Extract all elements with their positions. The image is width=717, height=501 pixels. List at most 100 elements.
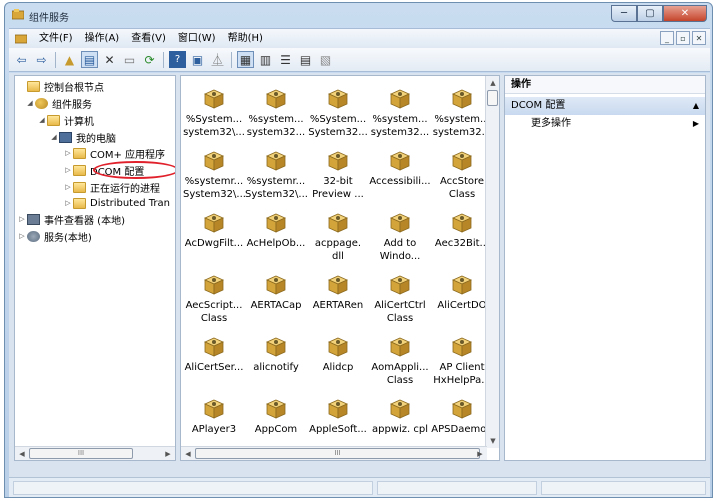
- child-restore-button[interactable]: ▫: [676, 31, 690, 45]
- dcom-app-item[interactable]: alicnotify: [245, 336, 307, 374]
- dcom-app-item[interactable]: AliCertDO: [431, 274, 493, 312]
- delete-icon[interactable]: ✕: [101, 51, 118, 68]
- component-services-icon: [35, 97, 48, 109]
- item-label-line1: %systemr...: [246, 176, 306, 187]
- refresh-icon[interactable]: ⟳: [141, 51, 158, 68]
- scroll-down-arrow-icon[interactable]: ▼: [486, 434, 499, 448]
- dcom-app-item[interactable]: AccStore Class: [431, 150, 493, 201]
- menu-file[interactable]: 文件(F): [33, 30, 79, 48]
- dcom-app-item[interactable]: Aec32Bit...: [431, 212, 493, 250]
- dcom-app-item[interactable]: %system... system32...: [369, 88, 431, 139]
- dcom-app-item[interactable]: AppCom: [245, 398, 307, 436]
- scroll-thumb[interactable]: III: [195, 448, 480, 459]
- list-vertical-scrollbar[interactable]: ▲ ▼: [485, 76, 499, 448]
- dcom-app-item[interactable]: %systemr... System32\...: [183, 150, 245, 201]
- dcom-app-item[interactable]: AERTACap: [245, 274, 307, 312]
- window-title: 组件服务: [29, 13, 69, 24]
- dcom-app-item[interactable]: AERTARen: [307, 274, 369, 312]
- scroll-right-arrow-icon[interactable]: ▶: [473, 447, 487, 460]
- back-icon[interactable]: ⇦: [13, 51, 30, 68]
- expanded-arrow-icon[interactable]: ◢: [25, 99, 35, 107]
- actions-section-dcom[interactable]: DCOM 配置 ▲: [505, 97, 705, 115]
- scroll-left-arrow-icon[interactable]: ◀: [181, 447, 195, 460]
- small-icons-view-icon[interactable]: ▥: [257, 51, 274, 68]
- scroll-right-arrow-icon[interactable]: ▶: [161, 447, 175, 460]
- help-icon[interactable]: ?: [169, 51, 186, 68]
- dcom-app-item[interactable]: acppage. dll: [307, 212, 369, 263]
- collapsed-arrow-icon[interactable]: ▷: [17, 232, 27, 240]
- child-minimize-button[interactable]: _: [660, 31, 674, 45]
- dcom-app-item[interactable]: Alidcp: [307, 336, 369, 374]
- tree-horizontal-scrollbar[interactable]: ◀ III ▶: [15, 446, 175, 460]
- dcom-app-item[interactable]: %systemr... System32\...: [245, 150, 307, 201]
- dcom-app-item[interactable]: AecScript... Class: [183, 274, 245, 325]
- dcom-app-item[interactable]: appwiz. cpl: [369, 398, 431, 436]
- folder-icon: [73, 197, 86, 209]
- configure-icon[interactable]: ▧: [317, 51, 334, 68]
- collapsed-arrow-icon[interactable]: ▷: [63, 183, 73, 191]
- large-icons-view-icon[interactable]: ▦: [237, 51, 254, 68]
- maximize-button[interactable]: ▢: [637, 5, 663, 22]
- menu-window[interactable]: 窗口(W): [172, 30, 222, 48]
- minimize-button[interactable]: ─: [611, 5, 637, 22]
- component-box-icon: [390, 337, 410, 357]
- title-bar[interactable]: 组件服务 ─ ▢ ✕: [5, 3, 712, 27]
- collapsed-arrow-icon[interactable]: ▷: [63, 199, 73, 207]
- tree-node-services[interactable]: ▷ 服务(本地): [17, 228, 92, 244]
- up-folder-icon[interactable]: ▲: [61, 51, 78, 68]
- tree-node-component-services[interactable]: ◢ 组件服务: [25, 95, 92, 111]
- expanded-arrow-icon[interactable]: ◢: [49, 133, 59, 141]
- dcom-app-item[interactable]: %system... system32...: [431, 88, 493, 139]
- tree-node-my-computer[interactable]: ◢ 我的电脑: [49, 129, 116, 145]
- close-button[interactable]: ✕: [663, 5, 707, 22]
- dcom-app-item[interactable]: 32-bit Preview ...: [307, 150, 369, 201]
- show-tree-icon[interactable]: ▤: [81, 51, 98, 68]
- scroll-left-arrow-icon[interactable]: ◀: [15, 447, 29, 460]
- collapsed-arrow-icon[interactable]: ▷: [63, 166, 73, 174]
- list-horizontal-scrollbar[interactable]: ◀ III ▶: [181, 446, 487, 460]
- dcom-app-item[interactable]: %system... system32...: [245, 88, 307, 139]
- dcom-app-item[interactable]: %System... system32\...: [183, 88, 245, 139]
- tree-node-computers[interactable]: ◢ 计算机: [37, 112, 94, 128]
- dcom-app-item[interactable]: AcHelpOb...: [245, 212, 307, 250]
- tree-label: 组件服务: [52, 99, 92, 111]
- forward-icon[interactable]: ⇨: [33, 51, 50, 68]
- dcom-app-item[interactable]: AP Client HxHelpPa...: [431, 336, 493, 387]
- tree-node-event-viewer[interactable]: ▷ 事件查看器 (本地): [17, 211, 125, 227]
- tree-node-distributed-transaction[interactable]: ▷ Distributed Tran: [63, 195, 170, 211]
- dcom-app-item[interactable]: APSDaemon: [431, 398, 493, 436]
- detail-view-icon[interactable]: ▤: [297, 51, 314, 68]
- menu-help[interactable]: 帮助(H): [222, 30, 269, 48]
- dcom-app-item[interactable]: AcDwgFilt...: [183, 212, 245, 250]
- tree-node-com-plus[interactable]: ▷ COM+ 应用程序: [63, 145, 165, 161]
- more-actions-item[interactable]: 更多操作 ▶: [505, 115, 705, 133]
- collapsed-arrow-icon[interactable]: ▷: [63, 149, 73, 157]
- list-view-icon[interactable]: ☰: [277, 51, 294, 68]
- menu-action[interactable]: 操作(A): [79, 30, 126, 48]
- collapse-arrow-icon[interactable]: ▲: [693, 97, 699, 115]
- item-label-line2: system32...: [370, 127, 430, 138]
- dcom-app-item[interactable]: Accessibili...: [369, 150, 431, 188]
- menu-view[interactable]: 查看(V): [125, 30, 172, 48]
- dcom-app-item[interactable]: AppleSoft...: [307, 398, 369, 436]
- tree-node-root[interactable]: 控制台根节点: [17, 78, 104, 94]
- expanded-arrow-icon[interactable]: ◢: [37, 116, 47, 124]
- child-close-button[interactable]: ✕: [692, 31, 706, 45]
- dcom-app-item[interactable]: %System... System32...: [307, 88, 369, 139]
- scroll-thumb[interactable]: [487, 90, 498, 106]
- scroll-thumb[interactable]: III: [29, 448, 133, 459]
- dcom-app-item[interactable]: AomAppli... Class: [369, 336, 431, 387]
- tree-node-running-processes[interactable]: ▷ 正在运行的进程: [63, 179, 160, 195]
- collapsed-arrow-icon[interactable]: ▷: [17, 215, 27, 223]
- tree-label: COM+ 应用程序: [90, 149, 166, 161]
- properties-icon[interactable]: ▭: [121, 51, 138, 68]
- item-label-line2: system32\...: [183, 127, 245, 138]
- console-icon[interactable]: ▣: [189, 51, 206, 68]
- scroll-up-arrow-icon[interactable]: ▲: [486, 76, 499, 90]
- dcom-app-item[interactable]: AliCertSer...: [183, 336, 245, 374]
- dcom-app-item[interactable]: APlayer3: [183, 398, 245, 436]
- item-label-line2: system32...: [432, 127, 492, 138]
- sort-icon[interactable]: ⏅: [209, 51, 226, 68]
- dcom-app-item[interactable]: AliCertCtrl Class: [369, 274, 431, 325]
- dcom-app-item[interactable]: Add to Windo...: [369, 212, 431, 263]
